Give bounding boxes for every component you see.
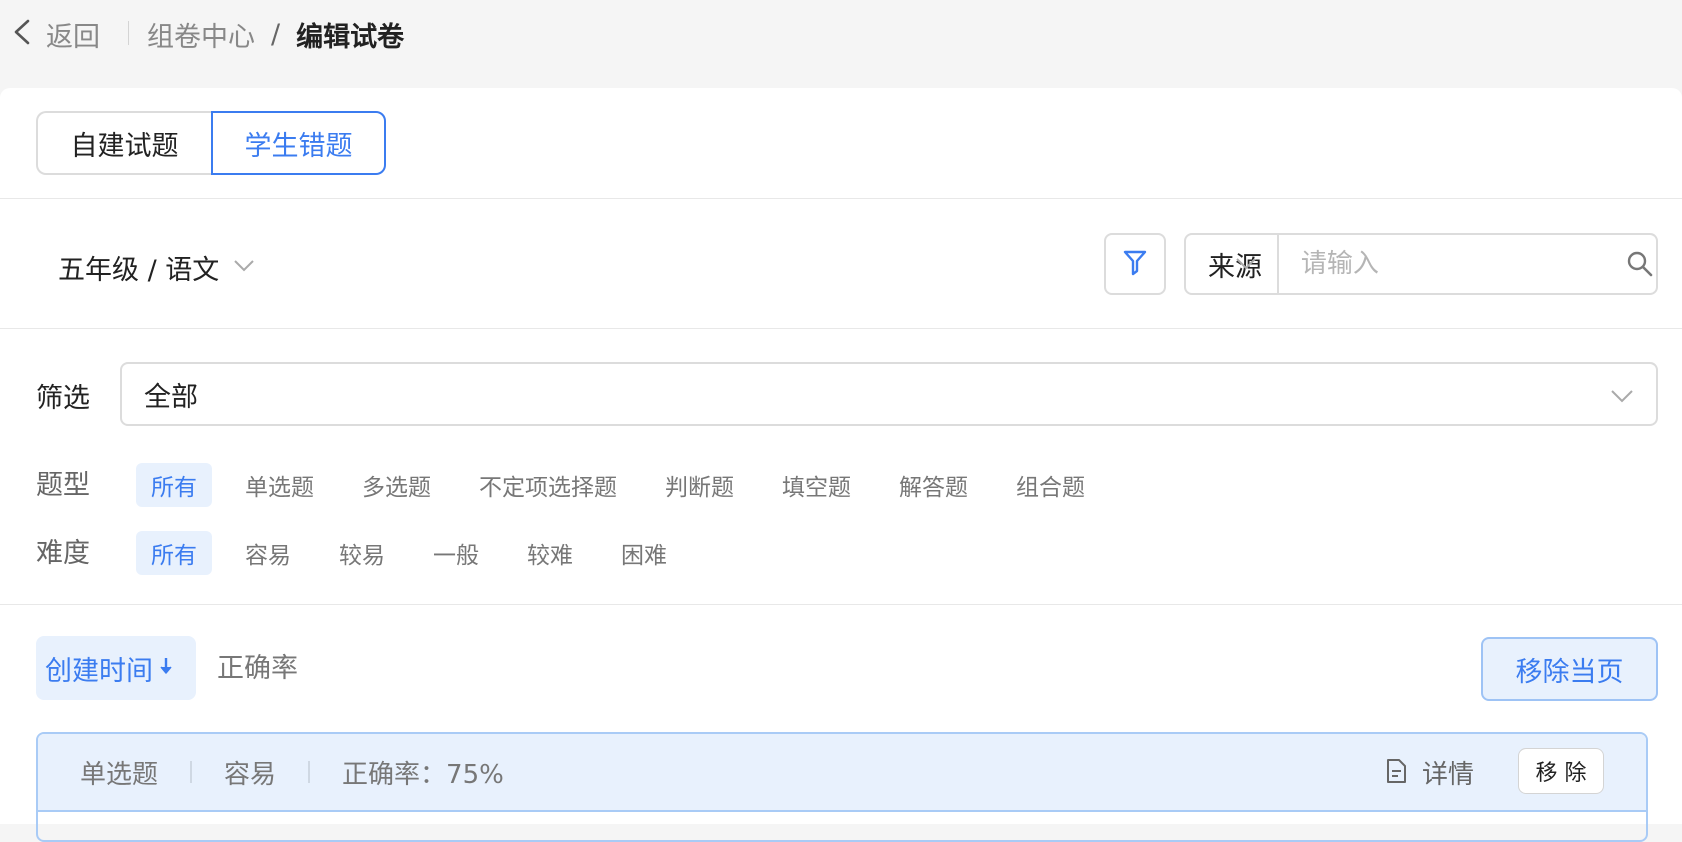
divider bbox=[0, 198, 1682, 199]
difficulty-easy[interactable]: 容易 bbox=[230, 531, 306, 575]
difficulty-hard[interactable]: 困难 bbox=[606, 531, 682, 575]
difficulty-fairly-hard[interactable]: 较难 bbox=[512, 531, 588, 575]
difficulty-options: 所有 容易 较易 一般 较难 困难 bbox=[136, 531, 700, 575]
document-icon bbox=[1384, 757, 1408, 789]
sort-by-created-time[interactable]: 创建时间 bbox=[36, 636, 196, 700]
divider bbox=[128, 21, 129, 45]
filter-button[interactable] bbox=[1104, 233, 1166, 295]
question-type-single-choice[interactable]: 单选题 bbox=[230, 463, 329, 507]
back-button[interactable]: 返回 bbox=[10, 14, 100, 54]
question-type-indefinite-choice[interactable]: 不定项选择题 bbox=[464, 463, 632, 507]
question-type-all[interactable]: 所有 bbox=[136, 463, 212, 507]
question-accuracy: 正确率：75% bbox=[342, 759, 504, 790]
difficulty-label: 难度 bbox=[36, 538, 90, 569]
difficulty-medium[interactable]: 一般 bbox=[418, 531, 494, 575]
question-card: 单选题 容易 正确率：75% 详情 移 除 bbox=[36, 732, 1648, 842]
question-type-true-false[interactable]: 判断题 bbox=[650, 463, 749, 507]
divider bbox=[0, 328, 1682, 329]
remove-question-button[interactable]: 移 除 bbox=[1518, 748, 1604, 794]
tab-student-mistakes[interactable]: 学生错题 bbox=[211, 111, 386, 175]
filter-select[interactable]: 全部 bbox=[120, 362, 1658, 426]
difficulty-all[interactable]: 所有 bbox=[136, 531, 212, 575]
question-type-fill-blank[interactable]: 填空题 bbox=[767, 463, 866, 507]
detail-label: 详情 bbox=[1422, 760, 1475, 790]
search-group: 来源 bbox=[1184, 233, 1658, 295]
question-type-multiple-choice[interactable]: 多选题 bbox=[347, 463, 446, 507]
chevron-left-icon bbox=[10, 17, 36, 51]
page-title: 编辑试卷 bbox=[296, 21, 405, 53]
difficulty-fairly-easy[interactable]: 较易 bbox=[324, 531, 400, 575]
grade-subject-label: 五年级 / 语文 bbox=[58, 254, 220, 286]
filter-funnel-icon bbox=[1122, 248, 1148, 280]
question-type-options: 所有 单选题 多选题 不定项选择题 判断题 填空题 解答题 组合题 bbox=[136, 463, 1118, 507]
search-icon[interactable] bbox=[1625, 250, 1656, 278]
breadcrumb-parent-link[interactable]: 组卷中心 bbox=[147, 15, 255, 54]
back-label: 返回 bbox=[46, 21, 100, 53]
source-tabs: 自建试题 学生错题 bbox=[36, 111, 386, 175]
question-difficulty-badge: 容易 bbox=[224, 759, 277, 790]
main-panel: 自建试题 学生错题 五年级 / 语文 来源 筛选 全部 题型 bbox=[0, 88, 1682, 842]
top-bar: 返回 组卷中心 / 编辑试卷 bbox=[0, 0, 1682, 88]
question-type-essay[interactable]: 解答题 bbox=[884, 463, 983, 507]
filter-selected-value: 全部 bbox=[144, 381, 198, 413]
search-input[interactable] bbox=[1278, 235, 1625, 293]
question-card-header: 单选题 容易 正确率：75% 详情 移 除 bbox=[38, 734, 1646, 812]
divider bbox=[0, 604, 1682, 605]
filter-label: 筛选 bbox=[36, 383, 90, 414]
remove-current-page-button[interactable]: 移除当页 bbox=[1481, 637, 1658, 701]
breadcrumb-separator: / bbox=[271, 18, 281, 50]
question-type-composite[interactable]: 组合题 bbox=[1001, 463, 1100, 507]
grade-subject-selector[interactable]: 五年级 / 语文 bbox=[58, 245, 255, 289]
divider bbox=[308, 761, 311, 783]
source-dropdown[interactable]: 来源 bbox=[1186, 235, 1279, 293]
question-detail-link[interactable]: 详情 bbox=[1384, 754, 1474, 791]
question-type-badge: 单选题 bbox=[80, 759, 159, 790]
chevron-down-icon bbox=[219, 258, 255, 277]
sort-created-time-label: 创建时间 bbox=[45, 655, 153, 687]
breadcrumb: 组卷中心 / 编辑试卷 bbox=[147, 14, 404, 54]
divider bbox=[190, 761, 193, 783]
sort-by-accuracy[interactable]: 正确率 bbox=[217, 646, 298, 685]
question-type-label: 题型 bbox=[36, 470, 90, 501]
tab-custom-questions[interactable]: 自建试题 bbox=[36, 111, 211, 175]
arrow-down-icon bbox=[153, 656, 173, 680]
